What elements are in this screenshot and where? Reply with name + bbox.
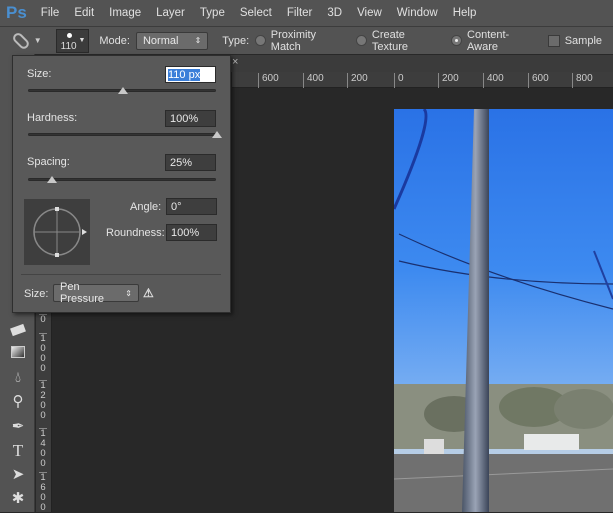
menu-type[interactable]: Type [200,7,225,19]
menu-edit[interactable]: Edit [74,7,94,19]
option-label: Content-Aware [467,28,510,53]
canvas-image[interactable] [394,109,613,512]
size-control-select[interactable]: Pen Pressure ⇕ [53,281,139,305]
size-slider[interactable] [28,87,216,94]
brush-size-readout: 110 [60,40,77,52]
size-value: 110 px [168,69,201,81]
menu-3d[interactable]: 3D [327,7,342,19]
menu-filter[interactable]: Filter [287,7,313,19]
photoshop-logo: Ps [6,3,27,22]
tab-close-icon[interactable]: × [232,56,238,68]
menu-bar: Ps File Edit Image Layer Type Select Fil… [0,0,613,26]
type-label: Type: [222,34,250,47]
slider-thumb[interactable] [46,176,57,183]
spacing-label: Spacing: [27,156,70,168]
menu-layer[interactable]: Layer [156,7,185,19]
menu-window[interactable]: Window [397,7,438,19]
gradient-icon[interactable] [9,345,27,363]
hardness-slider[interactable] [28,131,222,138]
roundness-input[interactable]: 100% [166,224,217,241]
type-icon[interactable]: T [9,442,27,460]
option-label: Create Texture [371,28,408,53]
size-input[interactable]: 110 px [165,66,216,83]
shape-icon[interactable]: ✱ [9,490,27,508]
warning-icon: ⚠ [143,286,154,300]
dodge-icon[interactable]: ⚲ [9,393,27,411]
eraser-icon[interactable] [9,321,27,339]
ruler-label: 400 [303,73,324,88]
menu-view[interactable]: View [357,7,382,19]
mode-select[interactable]: Normal ⇕ [135,31,209,50]
option-label: Proximity Match [270,28,317,53]
angle-label: Angle: [130,201,162,213]
brush-options-popup: Size: 110 px Hardness: 100% Spacing: 25%… [12,55,231,313]
spacing-slider[interactable] [28,176,216,183]
updown-icon: ⇕ [125,288,132,298]
radio-selected-icon[interactable] [451,35,463,46]
menu-file[interactable]: File [41,7,60,19]
brush-tip-icon [66,32,72,38]
ruler-label: 1 4 0 0 [39,428,47,469]
angle-input[interactable]: 0° [166,198,217,215]
hardness-label: Hardness: [27,112,78,124]
blur-icon[interactable]: 💧︎ [9,369,27,387]
brush-picker-button[interactable]: 110 ▼ [55,28,90,53]
ruler-label: 600 [258,73,279,88]
type-create-texture[interactable]: Create Texture [356,29,440,53]
ruler-label: 1 6 0 0 [39,472,47,513]
ruler-label: 200 [438,73,459,88]
options-bar: ▼ 110 ▼ Mode: Normal ⇕ Type: Proximity Ma… [0,26,613,54]
ruler-label: 0 [39,314,47,325]
ruler-label: 0 [394,73,404,88]
size-control-value: Pen Pressure [60,281,105,305]
tool-preset-dropdown-arrow[interactable]: ▼ [34,36,42,45]
mode-label: Mode: [99,34,130,47]
spacing-input[interactable]: 25% [165,154,216,171]
checkbox-icon[interactable] [547,34,560,47]
option-label: Sample [564,34,602,47]
divider [21,274,221,275]
slider-thumb[interactable] [212,131,222,138]
hardness-input[interactable]: 100% [165,110,216,127]
ruler-label: 200 [347,73,368,88]
pen-icon[interactable]: ✒︎ [9,418,27,436]
menu-help[interactable]: Help [453,7,477,19]
path-selection-icon[interactable]: ➤ [9,466,27,484]
horizontal-ruler: 600 400 200 0 200 400 600 800 [232,72,613,88]
radio-icon[interactable] [356,35,367,46]
ruler-label: 1 0 0 0 [39,333,47,374]
size-label: Size: [27,68,52,80]
chevron-down-icon: ▼ [78,36,86,44]
menu-select[interactable]: Select [240,7,272,19]
sample-all-layers-checkbox[interactable]: Sample [547,34,602,47]
ruler-label: 400 [483,73,504,88]
angle-roundness-icon [33,207,87,257]
type-proximity-match[interactable]: Proximity Match [255,29,345,53]
roundness-label: Roundness: [106,227,165,239]
slider-thumb[interactable] [118,87,128,94]
ruler-label: 1 2 0 0 [39,380,47,421]
updown-icon: ⇕ [194,36,202,45]
size-control-label: Size: [24,288,49,300]
ruler-label: 600 [528,73,549,88]
mode-value: Normal [142,34,179,47]
brush-angle-preview[interactable] [24,199,90,265]
menu-image[interactable]: Image [109,7,141,19]
street-photo [394,109,613,512]
spot-healing-brush-icon[interactable] [11,30,31,51]
type-content-aware[interactable]: Content-Aware [451,29,536,53]
ruler-label: 800 [572,73,593,88]
radio-icon[interactable] [255,35,266,46]
